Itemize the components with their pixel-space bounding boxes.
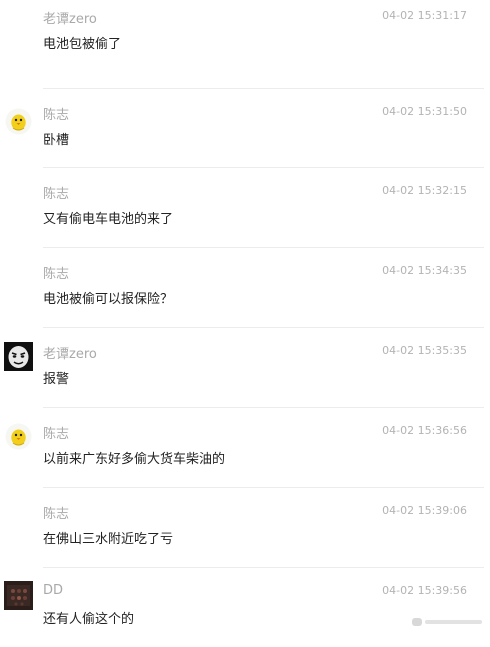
message-divider — [43, 487, 484, 488]
watermark-logo — [412, 614, 484, 628]
message-timestamp: 04-02 15:39:06 — [382, 504, 467, 517]
chat-message: 陈志 04-02 15:34:35 电池被偷可以报保险？ — [0, 247, 490, 327]
message-timestamp: 04-02 15:39:56 — [382, 584, 467, 597]
yellow-chick-icon[interactable] — [5, 423, 32, 450]
message-text: 以前来广东好多偷大货车柴油的 — [43, 452, 226, 467]
sender-name[interactable]: 陈志 — [43, 423, 69, 442]
message-timestamp: 04-02 15:35:35 — [382, 344, 467, 357]
chat-message-list: 老谭zero 04-02 15:31:17 电池包被偷了 陈志 04-02 15… — [0, 0, 490, 636]
message-divider — [43, 88, 484, 89]
message-timestamp: 04-02 15:34:35 — [382, 264, 467, 277]
chat-message: 老谭zero 04-02 15:31:17 电池包被偷了 — [0, 0, 490, 72]
sender-name[interactable]: 老谭zero — [43, 343, 97, 362]
message-text: 卧槽 — [43, 133, 70, 148]
message-timestamp: 04-02 15:36:56 — [382, 424, 467, 437]
sender-name[interactable]: 陈志 — [43, 503, 69, 522]
sender-name[interactable]: DD — [43, 583, 63, 598]
message-text: 电池被偷可以报保险？ — [43, 292, 174, 307]
sender-name[interactable]: 陈志 — [43, 183, 69, 202]
chat-message: 陈志 04-02 15:31:50 卧槽 — [0, 88, 490, 168]
dark-photo-avatar[interactable] — [4, 581, 33, 610]
sender-name[interactable]: 陈志 — [43, 263, 69, 282]
yellow-chick-icon[interactable] — [5, 108, 32, 135]
chat-message: 陈志 04-02 15:32:15 又有偷电车电池的来了 — [0, 167, 490, 247]
message-divider — [43, 247, 484, 248]
chat-message: 老谭zero 04-02 15:35:35 报警 — [0, 327, 490, 407]
message-divider — [43, 407, 484, 408]
message-text: 还有人偷这个的 — [43, 612, 135, 627]
message-timestamp: 04-02 15:31:17 — [382, 9, 467, 22]
meme-face-avatar[interactable] — [4, 342, 33, 371]
chat-message: 陈志 04-02 15:36:56 以前来广东好多偷大货车柴油的 — [0, 407, 490, 487]
message-text: 又有偷电车电池的来了 — [43, 212, 174, 227]
message-divider — [43, 567, 484, 568]
message-text: 电池包被偷了 — [43, 37, 122, 52]
chat-message: 陈志 04-02 15:39:06 在佛山三水附近吃了亏 — [0, 487, 490, 567]
message-divider — [43, 167, 484, 168]
message-text: 报警 — [43, 372, 70, 387]
sender-name[interactable]: 老谭zero — [43, 8, 97, 27]
sender-name[interactable]: 陈志 — [43, 104, 69, 123]
message-timestamp: 04-02 15:32:15 — [382, 184, 467, 197]
message-text: 在佛山三水附近吃了亏 — [43, 532, 174, 547]
message-divider — [43, 327, 484, 328]
message-timestamp: 04-02 15:31:50 — [382, 105, 467, 118]
chat-message: DD 04-02 15:39:56 还有人偷这个的 — [0, 567, 490, 647]
